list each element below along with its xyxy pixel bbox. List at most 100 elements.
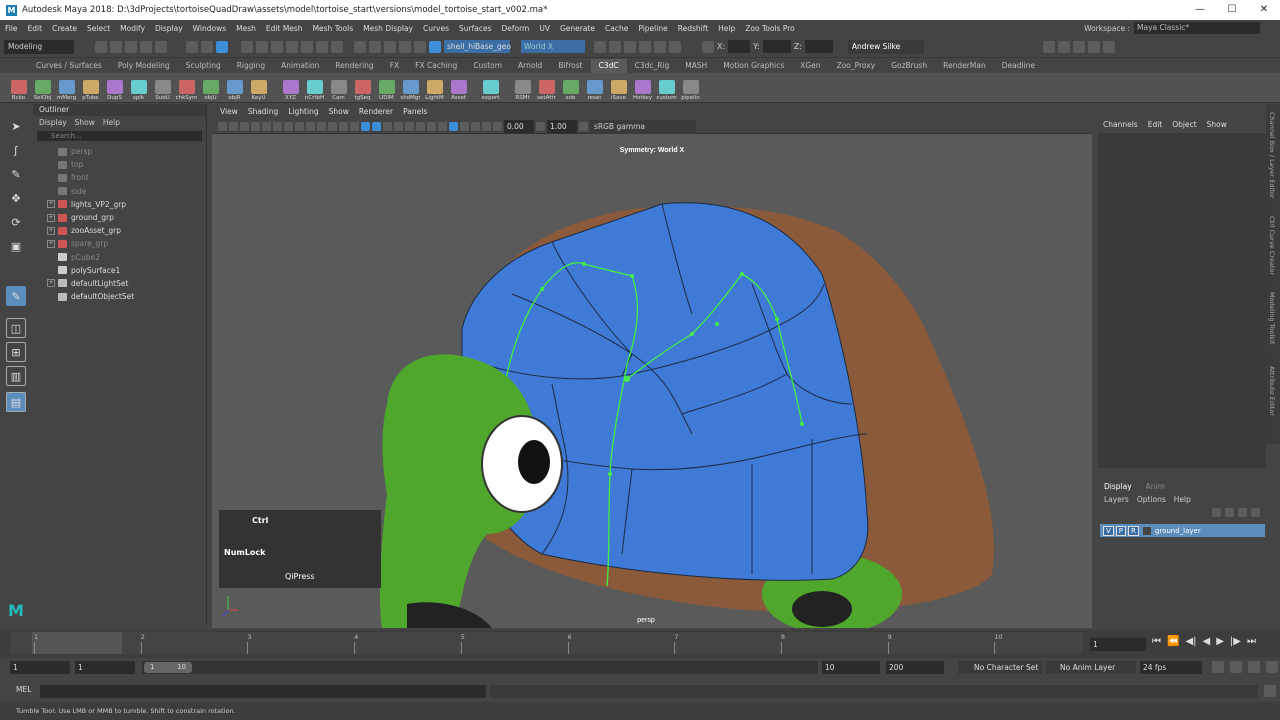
- new-scene-icon[interactable]: [95, 40, 107, 53]
- shelf-tab-poly-modeling[interactable]: Poly Modeling: [110, 59, 178, 73]
- outliner-menu-display[interactable]: Display: [39, 116, 67, 129]
- z-field[interactable]: [804, 40, 833, 53]
- layer-color-swatch[interactable]: [1142, 526, 1151, 535]
- film-gate-icon[interactable]: [295, 122, 304, 131]
- expand-icon[interactable]: +: [47, 226, 55, 235]
- shelf-button-asset[interactable]: Asset: [448, 74, 469, 102]
- outliner-item-polysurface1[interactable]: polySurface1: [33, 264, 206, 277]
- menu-uv[interactable]: UV: [534, 24, 555, 33]
- channel-menu-edit[interactable]: Edit: [1148, 120, 1163, 129]
- lasso-tool-icon[interactable]: ʃ: [6, 140, 26, 160]
- user-dropdown[interactable]: Andrew Silke: [847, 39, 924, 54]
- play-forward-icon[interactable]: ▶: [1216, 636, 1224, 647]
- new-layer-selected-icon[interactable]: [1251, 508, 1260, 517]
- open-scene-icon[interactable]: [110, 40, 122, 53]
- menu-surfaces[interactable]: Surfaces: [454, 24, 496, 33]
- resolution-gate-icon[interactable]: [306, 122, 315, 131]
- scene-end-field[interactable]: 200: [886, 661, 944, 674]
- move-tool-icon[interactable]: ✥: [6, 188, 26, 208]
- pick-vertex-icon[interactable]: [256, 40, 268, 53]
- menu-curves[interactable]: Curves: [418, 24, 454, 33]
- shelf-tab-xgen[interactable]: XGen: [792, 59, 828, 73]
- shelf-tab-renderman[interactable]: RenderMan: [935, 59, 994, 73]
- viewport-menu-shading[interactable]: Shading: [244, 104, 282, 120]
- outliner-item-zooasset-grp[interactable]: + zooAsset_grp: [33, 224, 206, 237]
- tab-channel-box[interactable]: Channel Box / Layer Editor: [1268, 112, 1276, 199]
- outliner-search-input[interactable]: Search...: [37, 131, 202, 141]
- select-hierarchy-icon[interactable]: [186, 40, 198, 53]
- anim-prefs-icon[interactable]: [1266, 661, 1278, 673]
- layer-menu-layers[interactable]: Layers: [1104, 495, 1129, 504]
- menu-redshift[interactable]: Redshift: [673, 24, 713, 33]
- outliner-item-ground-grp[interactable]: + ground_grp: [33, 211, 206, 224]
- mel-label[interactable]: MEL: [16, 685, 31, 694]
- shelf-button-keyu[interactable]: KeyU: [248, 74, 269, 102]
- go-to-start-icon[interactable]: ⏮: [1152, 636, 1161, 647]
- expand-icon[interactable]: +: [47, 279, 55, 288]
- textured-icon[interactable]: [394, 122, 403, 131]
- shelf-tab-rendering[interactable]: Rendering: [327, 59, 381, 73]
- shelf-button-rsmt[interactable]: RSMt: [512, 74, 533, 102]
- maximize-button[interactable]: ☐: [1216, 0, 1248, 20]
- redo-icon[interactable]: [155, 40, 167, 53]
- scale-tool-icon[interactable]: ▣: [6, 236, 26, 256]
- view-transform-dropdown[interactable]: sRGB gamma: [590, 119, 696, 134]
- go-to-end-icon[interactable]: ⏭: [1247, 636, 1256, 647]
- play-back-icon[interactable]: ◀: [1203, 636, 1211, 647]
- live-object-field[interactable]: shell_hiBase_geo: [444, 40, 511, 53]
- snap-projected-icon[interactable]: [399, 40, 411, 53]
- pick-edge-icon[interactable]: [271, 40, 283, 53]
- snap-point-icon[interactable]: [384, 40, 396, 53]
- menu-mesh[interactable]: Mesh: [231, 24, 261, 33]
- shelf-button-mmerg[interactable]: mMerg: [56, 74, 77, 102]
- modeling-toolkit-icon[interactable]: [1042, 40, 1055, 53]
- shelf-tab-sculpting[interactable]: Sculpting: [178, 59, 229, 73]
- shelf-button-tgseq[interactable]: tgSeq: [352, 74, 373, 102]
- outliner-item-persp[interactable]: persp: [33, 145, 206, 158]
- layer-tab-display[interactable]: Display: [1104, 482, 1132, 491]
- channel-menu-object[interactable]: Object: [1172, 120, 1196, 129]
- pick-rendering-icon[interactable]: [331, 40, 343, 53]
- wireframe-icon[interactable]: [361, 122, 370, 131]
- menu-display[interactable]: Display: [150, 24, 188, 33]
- quad-draw-tool-icon[interactable]: ✎: [6, 286, 26, 306]
- move-layer-down-icon[interactable]: [1225, 508, 1234, 517]
- transform-lock-icon[interactable]: [702, 40, 714, 53]
- shelf-tab-motion-graphics[interactable]: Motion Graphics: [715, 59, 792, 73]
- persp-graph-layout-icon[interactable]: ▤: [6, 392, 26, 412]
- render-settings-icon[interactable]: [639, 40, 651, 53]
- x-field[interactable]: [728, 40, 751, 53]
- range-slider[interactable]: 1 10: [142, 661, 818, 674]
- shelf-tab-rigging[interactable]: Rigging: [229, 59, 273, 73]
- current-frame-field[interactable]: 1: [1090, 638, 1146, 651]
- playback-start-field[interactable]: 1: [75, 661, 135, 674]
- menu-zoo-tools-pro[interactable]: Zoo Tools Pro: [740, 24, 799, 33]
- xray-joints-icon[interactable]: [471, 122, 480, 131]
- sound-icon[interactable]: [1230, 661, 1242, 673]
- attribute-editor-icon[interactable]: [1072, 40, 1085, 53]
- symmetry-field[interactable]: World X: [521, 40, 585, 53]
- persp-outliner-layout-icon[interactable]: ▥: [6, 366, 26, 386]
- outliner-item-defaultlightset[interactable]: + defaultLightSet: [33, 277, 206, 290]
- menu-select[interactable]: Select: [82, 24, 115, 33]
- outliner-item-front[interactable]: front: [33, 171, 206, 184]
- bookmark-icon[interactable]: [240, 122, 249, 131]
- layer-visibility-toggle[interactable]: V: [1103, 525, 1114, 536]
- timeline-track[interactable]: 1 2 3 4 5 6 7 8 9 10: [10, 632, 1083, 654]
- menu-mesh-tools[interactable]: Mesh Tools: [308, 24, 359, 33]
- gamma-icon[interactable]: [536, 122, 545, 131]
- color-management-icon[interactable]: [579, 122, 588, 131]
- save-scene-icon[interactable]: [125, 40, 137, 53]
- layer-reference-toggle[interactable]: R: [1128, 525, 1139, 536]
- menu-edit[interactable]: Edit: [23, 24, 48, 33]
- character-controls-icon[interactable]: [1057, 40, 1070, 53]
- shelf-tab-bifrost[interactable]: Bifrost: [550, 59, 590, 73]
- viewport-menu-show[interactable]: Show: [325, 104, 353, 120]
- shelf-button-subu[interactable]: SubU: [152, 74, 173, 102]
- shelf-button-setattr[interactable]: setAttr: [536, 74, 557, 102]
- shelf-button-reset[interactable]: reset: [584, 74, 605, 102]
- step-back-frame-icon[interactable]: ◀|: [1185, 636, 1196, 647]
- shelf-button-isave[interactable]: iSave: [608, 74, 629, 102]
- shelf-button-export[interactable]: export: [480, 74, 501, 102]
- hypershade-icon[interactable]: [654, 40, 666, 53]
